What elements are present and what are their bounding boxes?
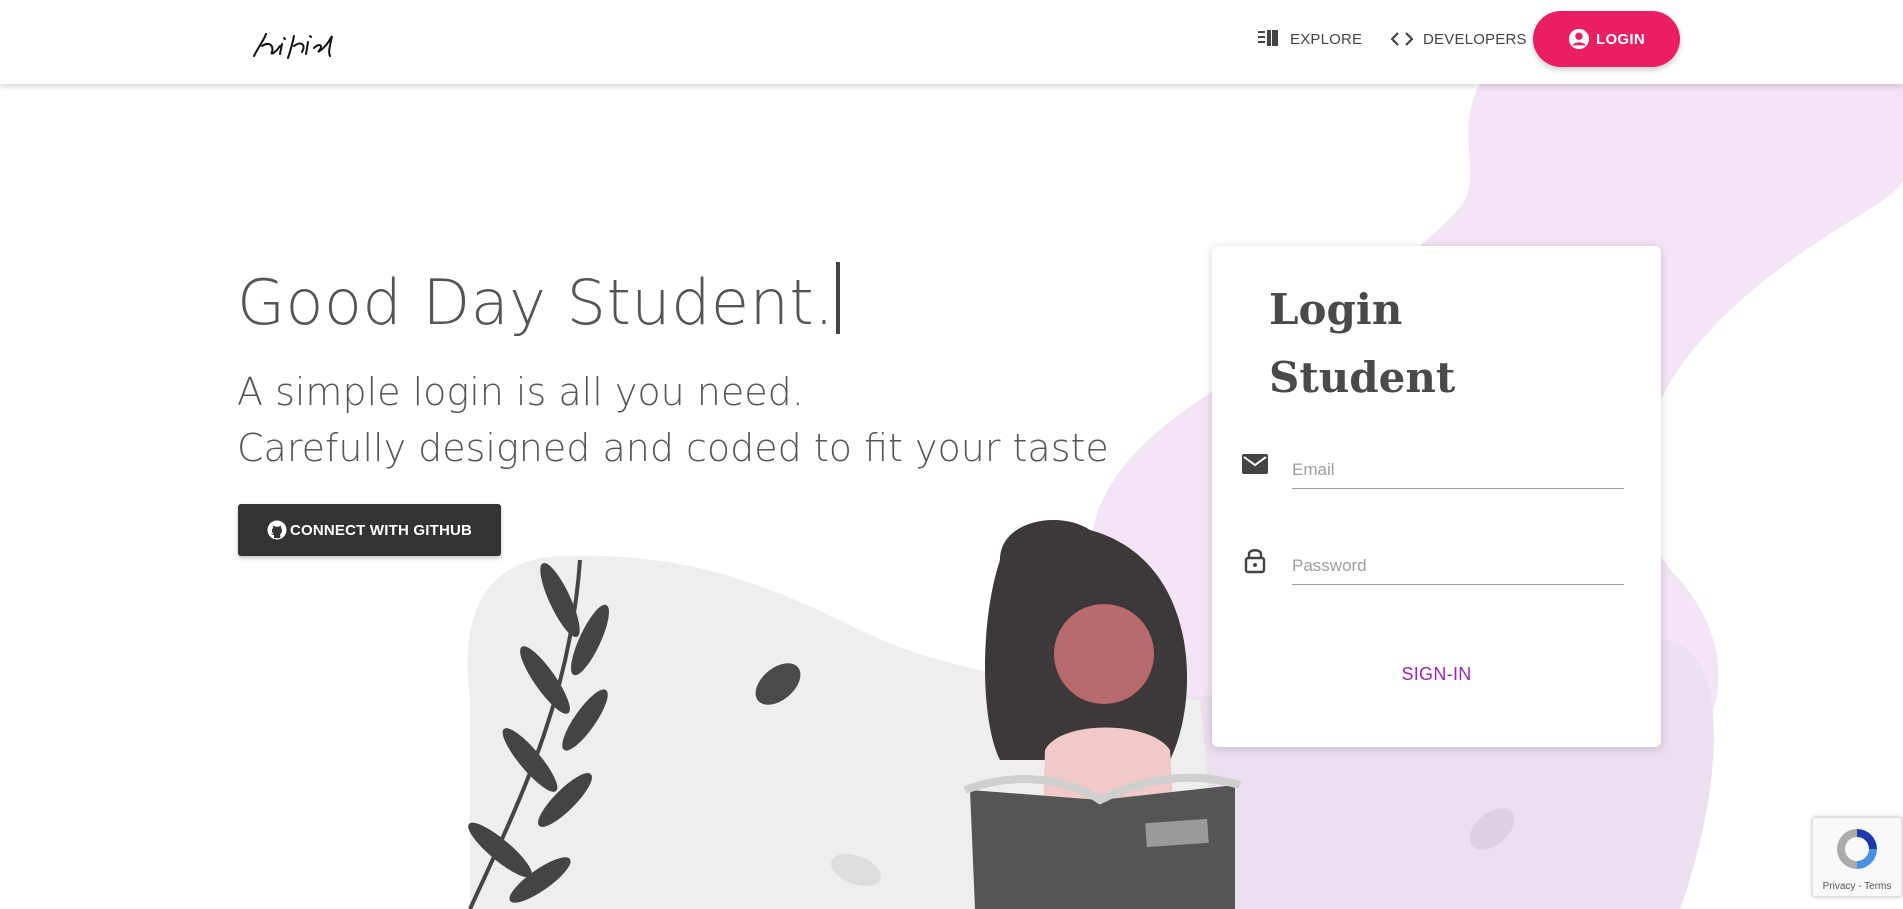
nav-explore-label: EXPLORE	[1290, 30, 1363, 48]
login-card: Login Student SIGN-IN	[1212, 246, 1661, 747]
recaptcha-icon	[1837, 829, 1877, 869]
nav-developers-link[interactable]: DEVELOPERS	[1391, 26, 1527, 52]
nav-explore-link[interactable]: EXPLORE	[1258, 26, 1362, 52]
hero-subtitle-line1: A simple login is all you need.	[237, 370, 804, 414]
code-brackets-icon	[1391, 32, 1413, 46]
email-field	[1241, 450, 1631, 498]
recaptcha-links[interactable]: Privacy - Terms	[1813, 881, 1901, 892]
mail-icon	[1242, 454, 1268, 474]
github-icon	[267, 520, 287, 540]
recaptcha-badge[interactable]: Privacy - Terms	[1812, 817, 1902, 897]
login-card-title: Login Student	[1269, 276, 1469, 412]
password-field	[1241, 546, 1631, 594]
list-book-icon	[1258, 30, 1278, 46]
signature-logo[interactable]	[250, 22, 378, 64]
nav-login-button[interactable]: LOGIN	[1533, 11, 1680, 67]
connect-github-label: CONNECT WITH GITHUB	[289, 521, 473, 539]
sign-in-button[interactable]: SIGN-IN	[1212, 664, 1661, 685]
login-card-title-line2: Student	[1269, 353, 1456, 402]
hero-title: Good Day Student.	[237, 262, 841, 339]
nav-developers-label: DEVELOPERS	[1423, 30, 1527, 48]
email-input[interactable]	[1292, 452, 1624, 489]
account-circle-icon	[1568, 28, 1590, 50]
lock-icon	[1244, 549, 1266, 574]
connect-github-button[interactable]: CONNECT WITH GITHUB	[238, 504, 501, 556]
password-input[interactable]	[1292, 548, 1624, 585]
login-card-title-line1: Login	[1269, 285, 1403, 334]
nav-login-label: LOGIN	[1596, 30, 1645, 48]
hero-title-text: Good Day Student.	[237, 266, 835, 339]
top-navbar: EXPLORE DEVELOPERS LOGIN	[0, 0, 1903, 84]
typing-caret	[836, 262, 841, 334]
hero-subtitle-line2: Carefully designed and coded to fit your…	[237, 426, 1109, 470]
